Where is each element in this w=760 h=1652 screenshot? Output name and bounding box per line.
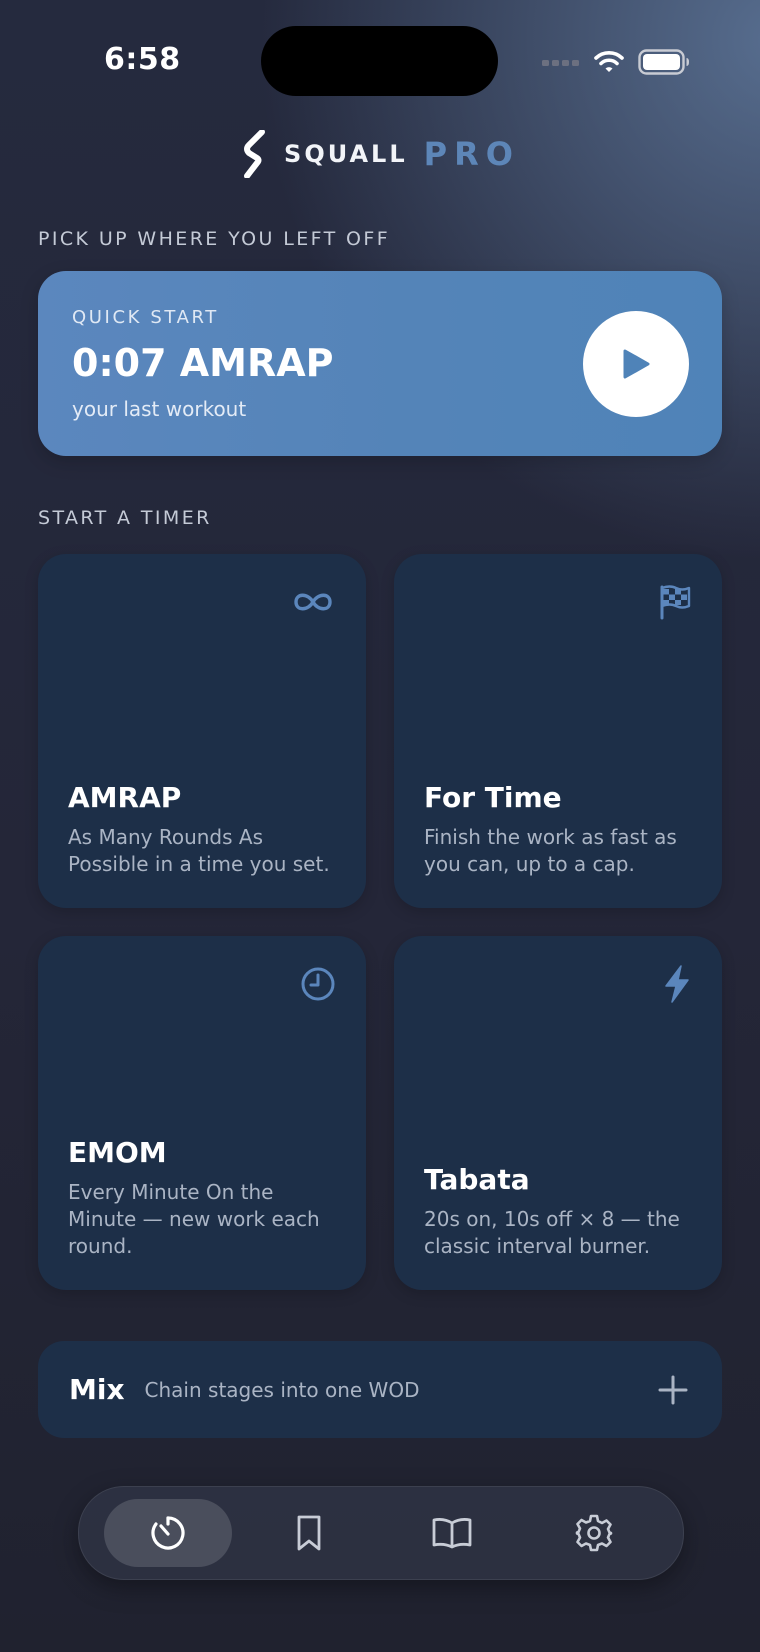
- timer-card-description: 20s on, 10s off × 8 — the classic interv…: [424, 1207, 680, 1258]
- play-icon: [623, 349, 650, 379]
- quick-start-subtitle: your last workout: [72, 397, 247, 421]
- timer-card-description: Finish the work as fast as you can, up t…: [424, 825, 677, 876]
- quick-start-card[interactable]: QUICK START 0:07 AMRAP your last workout: [38, 271, 722, 456]
- clock-icon: [288, 964, 336, 1004]
- timers-section-label: START A TIMER: [38, 507, 212, 529]
- plus-icon[interactable]: [654, 1371, 692, 1409]
- checkered-flag-icon: [644, 582, 692, 622]
- squall-logo-icon: [244, 130, 266, 178]
- resume-section-label: PICK UP WHERE YOU LEFT OFF: [38, 228, 391, 250]
- quick-start-eyebrow: QUICK START: [72, 307, 219, 328]
- stopwatch-icon: [151, 1516, 185, 1550]
- tab-bar: [78, 1486, 684, 1580]
- status-time: 6:58: [104, 42, 181, 77]
- play-button[interactable]: [583, 311, 689, 417]
- dynamic-island: [261, 26, 498, 96]
- timer-card-tabata[interactable]: Tabata 20s on, 10s off × 8 — the classic…: [394, 936, 722, 1290]
- brand-name: SQUALL: [284, 140, 408, 168]
- timer-card-amrap[interactable]: AMRAP As Many Rounds As Possible in a ti…: [38, 554, 366, 908]
- mix-subtitle: Chain stages into one WOD: [144, 1377, 420, 1402]
- timer-card-title: For Time: [424, 781, 562, 814]
- infinity-icon: [288, 582, 336, 622]
- mix-card[interactable]: Mix Chain stages into one WOD: [38, 1341, 722, 1438]
- bookmark-icon: [297, 1515, 321, 1551]
- timer-card-description: As Many Rounds As Possible in a time you…: [68, 825, 330, 876]
- brand-tier: PRO: [423, 135, 520, 173]
- mix-title: Mix: [69, 1373, 125, 1406]
- timer-card-emom[interactable]: EMOM Every Minute On the Minute — new wo…: [38, 936, 366, 1290]
- timer-card-description: Every Minute On the Minute — new work ea…: [68, 1180, 320, 1258]
- tab-timers[interactable]: [104, 1499, 232, 1567]
- brand-header: SQUALL PRO: [0, 130, 760, 178]
- tab-saved[interactable]: [245, 1499, 373, 1567]
- tab-settings[interactable]: [530, 1499, 658, 1567]
- timer-card-for-time[interactable]: For Time Finish the work as fast as you …: [394, 554, 722, 908]
- cellular-signal-icon: [542, 60, 579, 66]
- quick-start-title: 0:07 AMRAP: [72, 341, 334, 385]
- timer-card-title: Tabata: [424, 1163, 530, 1196]
- status-icons: [542, 46, 690, 78]
- wifi-icon: [594, 51, 624, 72]
- timer-card-title: EMOM: [68, 1136, 167, 1169]
- battery-icon: [638, 49, 689, 75]
- lightning-icon: [644, 964, 692, 1004]
- gear-icon: [575, 1514, 613, 1552]
- timer-card-title: AMRAP: [68, 781, 182, 814]
- tab-library[interactable]: [388, 1499, 516, 1567]
- book-icon: [432, 1518, 472, 1549]
